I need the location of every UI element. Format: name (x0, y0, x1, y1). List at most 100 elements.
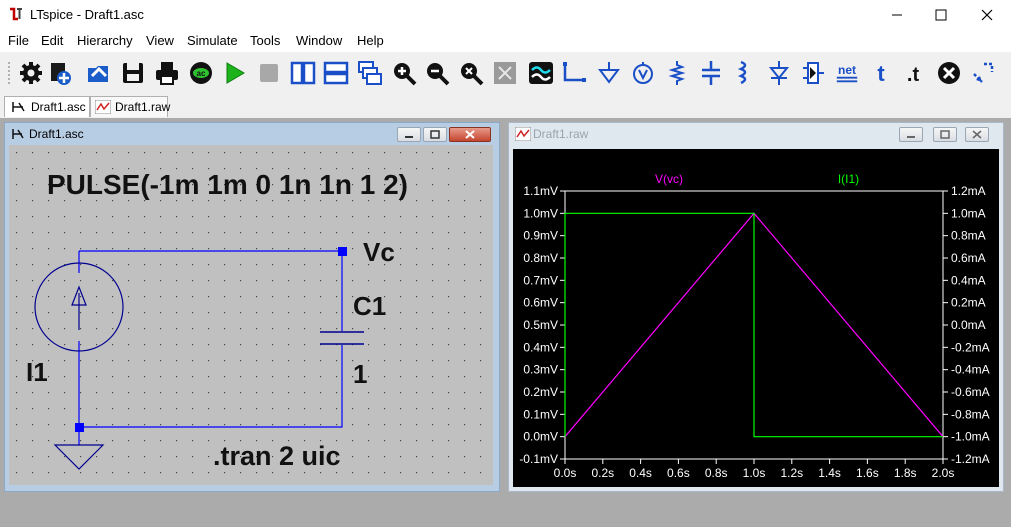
open-button[interactable] (86, 60, 112, 86)
tran-directive[interactable]: .tran 2 uic (213, 441, 341, 472)
print-button[interactable] (154, 60, 180, 86)
schematic-maximize-button[interactable] (423, 127, 447, 142)
autorange-icon (494, 62, 516, 84)
document-tabs: Draft1.asc Draft1.raw (0, 94, 1011, 118)
menu-window[interactable]: Window (296, 33, 342, 48)
tab-draft1-asc[interactable]: Draft1.asc (4, 96, 90, 117)
zoom-in-button[interactable] (391, 60, 417, 86)
x-axis-tick-label: 0.2s (591, 466, 614, 480)
x-axis-tick-label: 0.6s (667, 466, 690, 480)
ltspice-logo-icon (8, 7, 24, 23)
right-axis-tick-label: 0.6mA (951, 251, 986, 265)
zoom-fit-button[interactable] (458, 60, 484, 86)
text-icon: t (877, 61, 885, 86)
menu-edit[interactable]: Edit (41, 33, 63, 48)
duplicate-icon (973, 62, 994, 83)
menu-help[interactable]: Help (357, 33, 384, 48)
waveform-minimize-button[interactable] (899, 127, 923, 142)
waveform-plot-area[interactable]: 1.1mV 1.0mV 0.9mV 0.8mV 0.7mV 0.6mV 0.5mV 0.4mV… (513, 149, 999, 487)
left-axis-tick-label: 0.2mV (523, 385, 558, 399)
capacitor-button[interactable] (698, 60, 724, 86)
minimize-icon (907, 136, 915, 138)
plot-window-button[interactable] (528, 60, 554, 86)
right-axis-tick-label: -0.6mA (951, 385, 990, 399)
open-folder-icon (88, 66, 108, 82)
zoom-out-button[interactable] (424, 60, 450, 86)
menu-hierarchy[interactable]: Hierarchy (77, 33, 133, 48)
x-axis-tick-label: 2.0s (932, 466, 955, 480)
schematic-icon (12, 129, 24, 139)
waveform-window: Draft1.raw 1.1mV 1.0mV 0.9mV 0.8mV 0.7mV 0.6m… (508, 122, 1004, 492)
pulse-source-text[interactable]: PULSE(-1m 1m 0 1n 1n 1 2) (47, 169, 408, 201)
left-axis-tick-label: 0.3mV (523, 363, 558, 377)
net-label-vc[interactable]: Vc (363, 237, 395, 268)
run-button[interactable] (222, 60, 248, 86)
right-axis-tick-label: -0.4mA (951, 363, 990, 377)
inductor-button[interactable] (731, 60, 757, 86)
left-axis-tick-label: 0.6mV (523, 296, 558, 310)
source-name[interactable]: I1 (26, 357, 48, 388)
toolbar: ac net t .t (0, 52, 1011, 95)
resistor-button[interactable] (664, 60, 690, 86)
menu-view[interactable]: View (146, 33, 174, 48)
waveform-maximize-button[interactable] (933, 127, 957, 142)
schematic-minimize-button[interactable] (397, 127, 421, 142)
zoom-fit-icon (461, 63, 484, 86)
schematic-canvas[interactable]: PULSE(-1m 1m 0 1n 1n 1 2) Vc C1 1 I1 .tr… (9, 145, 493, 485)
tile-horizontal-button[interactable] (323, 60, 349, 86)
play-icon (226, 62, 245, 84)
diode-button[interactable] (766, 60, 792, 86)
tab-label: Draft1.raw (115, 100, 171, 114)
legend-i-i1[interactable]: I(I1) (838, 172, 859, 186)
duplicate-button[interactable] (970, 60, 996, 86)
maximize-button[interactable] (918, 0, 964, 30)
window-title: LTspice - Draft1.asc (30, 7, 144, 22)
maximize-icon (940, 130, 950, 139)
x-axis-tick-label: 0.0s (554, 466, 577, 480)
close-icon (465, 130, 475, 139)
settings-button[interactable] (18, 60, 44, 86)
legend-v-vc[interactable]: V(vc) (655, 172, 683, 186)
ac-chip-icon: ac (190, 62, 212, 84)
netlist-button[interactable]: net (834, 60, 862, 86)
tab-draft1-raw[interactable]: Draft1.raw (90, 96, 171, 117)
delete-button[interactable] (936, 60, 962, 86)
wire-button[interactable] (562, 60, 588, 86)
waveform-close-button[interactable] (965, 127, 989, 142)
left-axis-tick-label: 1.0mV (523, 206, 558, 220)
right-axis-tick-label: -1.0mA (951, 430, 990, 444)
menu-tools[interactable]: Tools (250, 33, 280, 48)
halt-button[interactable] (256, 60, 282, 86)
ground-icon (598, 62, 620, 84)
spice-directive-button[interactable]: .t (900, 60, 926, 86)
text-button[interactable]: t (868, 60, 894, 86)
right-axis-tick-label: 0.8mA (951, 229, 986, 243)
menu-file[interactable]: File (8, 33, 29, 48)
tile-vertical-icon (290, 61, 316, 85)
svg-text:t: t (877, 61, 885, 86)
left-axis-tick-label: 0.7mV (523, 273, 558, 287)
trace-i-i1[interactable] (564, 212, 943, 438)
cascade-button[interactable] (357, 60, 383, 86)
minimize-button[interactable] (874, 0, 920, 30)
new-schematic-button[interactable] (48, 60, 74, 86)
close-button[interactable] (964, 0, 1010, 30)
tile-vertical-button[interactable] (290, 60, 316, 86)
label-net-icon (633, 62, 653, 84)
menu-simulate[interactable]: Simulate (187, 33, 238, 48)
stop-icon (260, 64, 278, 82)
ground-button[interactable] (596, 60, 622, 86)
minimize-icon (892, 14, 902, 16)
schematic-close-button[interactable] (449, 127, 491, 142)
save-button[interactable] (120, 60, 146, 86)
autorange-button[interactable] (492, 60, 518, 86)
inductor-icon (737, 60, 747, 85)
capacitor-value[interactable]: 1 (353, 359, 367, 390)
waveform-icon (515, 127, 531, 141)
schematic-icon (12, 102, 25, 112)
component-button[interactable] (800, 60, 826, 86)
label-net-button[interactable] (630, 60, 656, 86)
capacitor-name[interactable]: C1 (353, 291, 386, 322)
control-panel-button[interactable]: ac (188, 60, 214, 86)
waveform-window-titlebar: Draft1.raw (509, 123, 1003, 145)
